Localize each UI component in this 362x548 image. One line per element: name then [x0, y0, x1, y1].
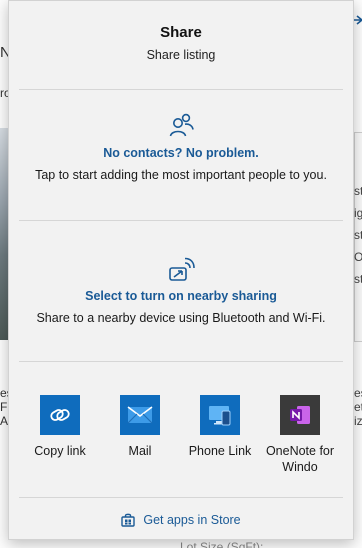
nearby-sharing-toggle-link[interactable]: Select to turn on nearby sharing: [9, 289, 353, 303]
bg-right-fragment: iz: [354, 414, 362, 428]
get-apps-in-store-link[interactable]: Get apps in Store: [9, 513, 353, 527]
bg-left-fragment: N: [0, 44, 8, 61]
bg-left-fragment: es: [0, 386, 8, 400]
bg-left-fragment: F: [0, 400, 8, 414]
contacts-description: Tap to start adding the most important p…: [35, 168, 327, 182]
share-flyout: Share Share listing No contacts? No prob…: [8, 0, 354, 540]
bg-arrow-icon: [354, 15, 362, 25]
nearby-sharing-section[interactable]: Select to turn on nearby sharing Share t…: [9, 223, 353, 359]
divider: [19, 220, 343, 221]
bg-right-fragment: st: [354, 272, 362, 286]
bg-left-fragment: Ai: [0, 414, 8, 428]
share-target-onenote[interactable]: OneNote for Windo: [260, 395, 340, 485]
people-icon: [169, 113, 194, 137]
bg-listing-photo: [0, 128, 8, 340]
copy-link-icon: [40, 395, 80, 435]
nearby-share-icon: [169, 257, 195, 281]
contacts-section[interactable]: No contacts? No problem. Tap to start ad…: [9, 91, 353, 219]
share-targets-row: Copy link Mail Phone Link OneNote for Wi…: [9, 395, 355, 485]
share-title: Share: [160, 24, 202, 41]
bg-right-panel: C st ig st OM st es etr iz: [354, 0, 362, 548]
share-target-label: Phone Link: [188, 444, 252, 458]
share-target-copy-link[interactable]: Copy link: [20, 395, 100, 485]
bg-right-fragment: es: [354, 386, 362, 400]
mail-icon: [120, 395, 160, 435]
share-target-label: OneNote for Windo: [265, 444, 335, 474]
share-subtitle: Share listing: [146, 48, 216, 62]
share-target-mail[interactable]: Mail: [100, 395, 180, 485]
bg-right-fragment: etr: [354, 400, 362, 414]
store-bag-icon: [121, 513, 136, 527]
bg-right-fragment: ig: [354, 206, 362, 220]
bg-lot-size-label: Lot Size (SqFt):: [180, 540, 264, 548]
share-target-label: Mail: [128, 444, 152, 458]
divider: [19, 361, 343, 362]
onenote-icon: [280, 395, 320, 435]
bg-right-fragment: st: [354, 184, 362, 198]
bg-right-fragment: OM: [354, 250, 362, 264]
share-target-phone-link[interactable]: Phone Link: [180, 395, 260, 485]
nearby-sharing-description: Share to a nearby device using Bluetooth…: [36, 311, 326, 325]
bg-left-fragment: ro: [0, 86, 8, 100]
phone-link-icon: [200, 395, 240, 435]
bg-right-fragment: st: [354, 228, 362, 242]
get-apps-in-store-label: Get apps in Store: [143, 513, 241, 527]
contacts-heading: No contacts? No problem.: [103, 146, 259, 160]
share-target-label: Copy link: [34, 444, 86, 458]
divider: [19, 89, 343, 90]
divider: [19, 497, 343, 498]
